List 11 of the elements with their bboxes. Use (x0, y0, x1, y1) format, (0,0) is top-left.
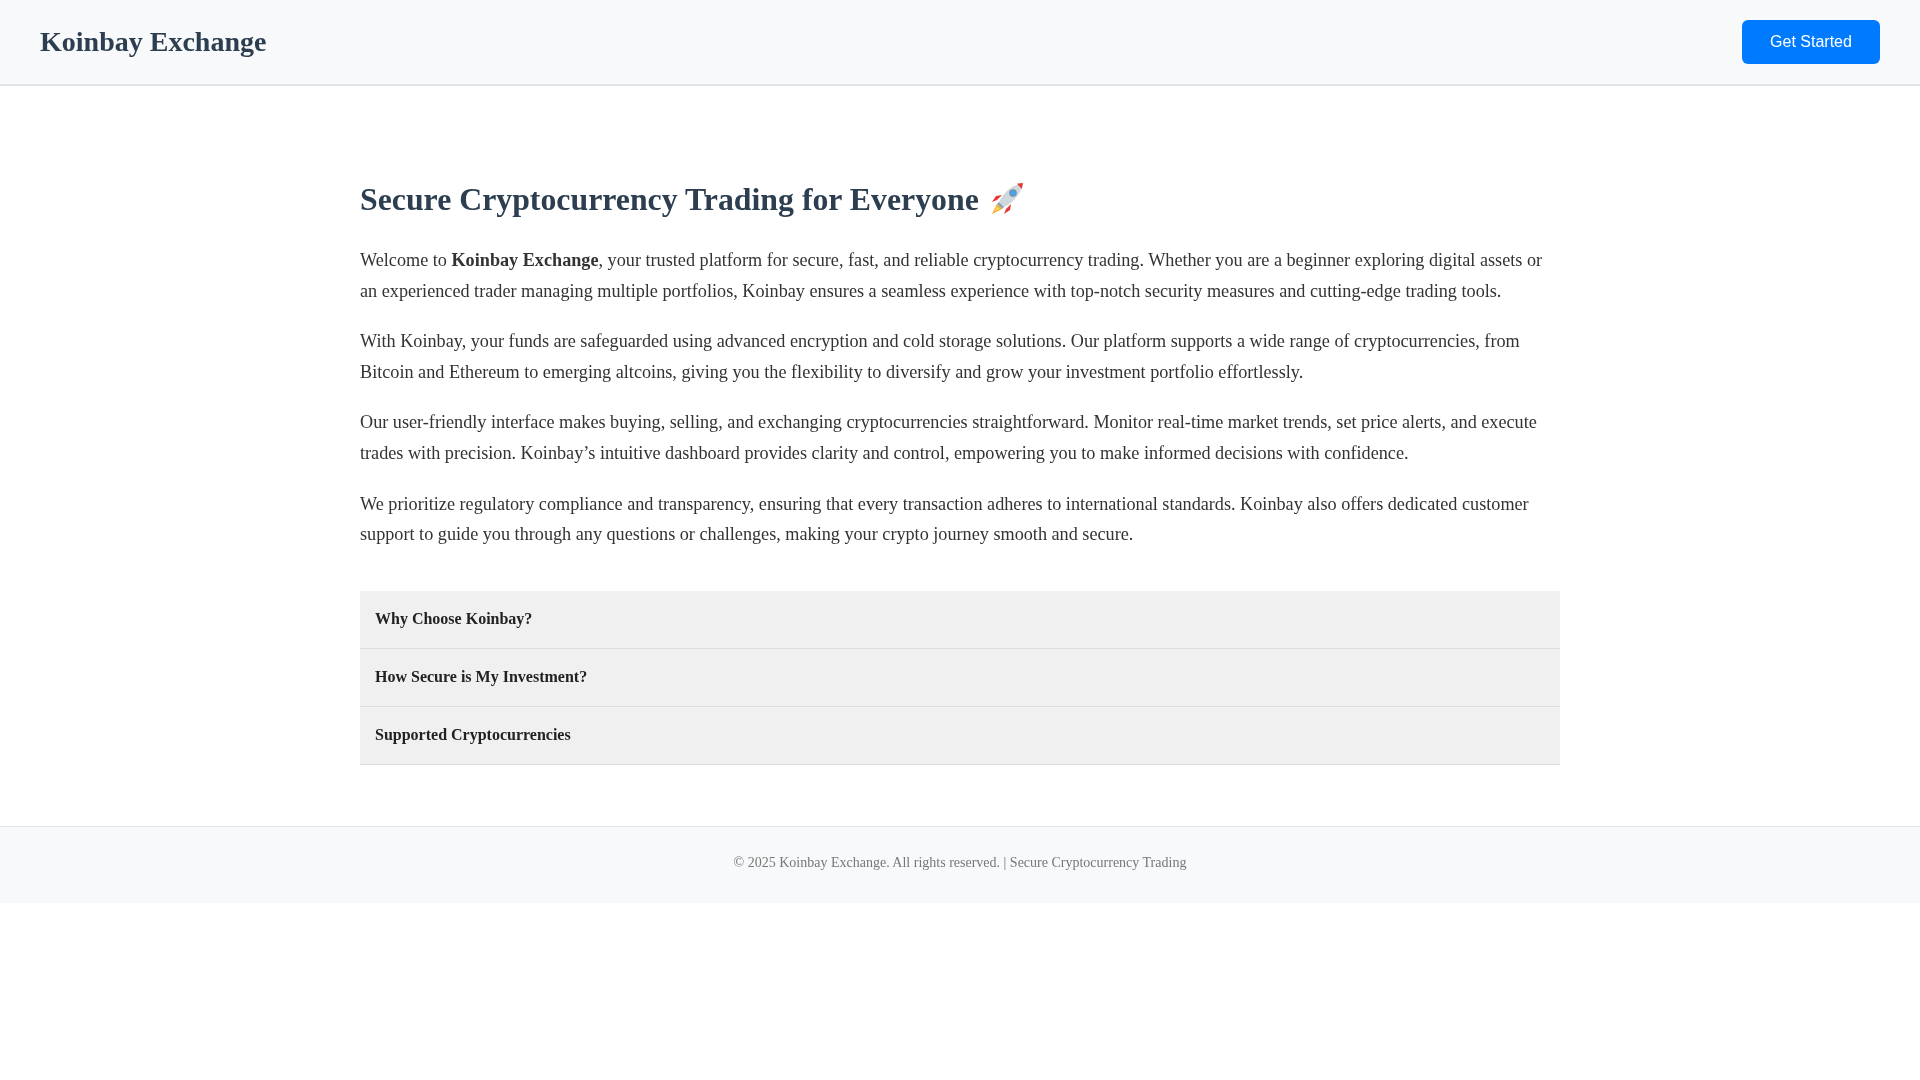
accordion-header[interactable]: Supported Cryptocurrencies (360, 706, 1560, 765)
footer-text: © 2025 Koinbay Exchange. All rights reserved. | Secure Cryptocurrency Trading (733, 855, 1187, 872)
intro-paragraph: With Koinbay, your funds are safeguarded using advanced encryption and cold storage solutions. Our platform supports a wide range of cryptocurrencies, from Bitcoin and Ethereum to emerging altcoins, giving you the flexibility to diversify and grow your investment portfolio effortlessly. (360, 330, 1521, 384)
accordion-header[interactable]: Why Choose Koinbay? (360, 590, 1560, 649)
intro-paragraph: We prioritize regulatory compliance and transparency, ensuring that every transaction adheres to international standards. Koinbay also offers dedicated customer support to guide you through any questions or challenges, making your crypto journey smooth and secure. (360, 492, 1530, 547)
get-started-button[interactable]: Get Started (1742, 20, 1880, 64)
intro-paragraph: Welcome to Koinbay Exchange, your trusted platform for secure, fast, and reliable cryptocurrency trading. Whether you are a beginner exploring digital assets or an experienced trader managing multiple portfolios, Koinbay ensures a seamless experience with top-notch security measures and cutting-edge trading tools. (360, 249, 1544, 303)
intro-paragraph: Our user-friendly interface makes buying, selling, and exchanging cryptocurrencies straightforward. Monitor real-time market trends, set price alerts, and execute trades with precision. Koinbay’s intuitive dashboard provides clarity and control, empowering you to make informed decisions with confidence. (360, 411, 1538, 465)
page-heading: Secure Cryptocurrency Trading for Everyone (360, 180, 979, 218)
brand-title: Koinbay Exchange (40, 28, 267, 56)
accordion-header[interactable]: How Secure is My Investment? (360, 648, 1560, 707)
